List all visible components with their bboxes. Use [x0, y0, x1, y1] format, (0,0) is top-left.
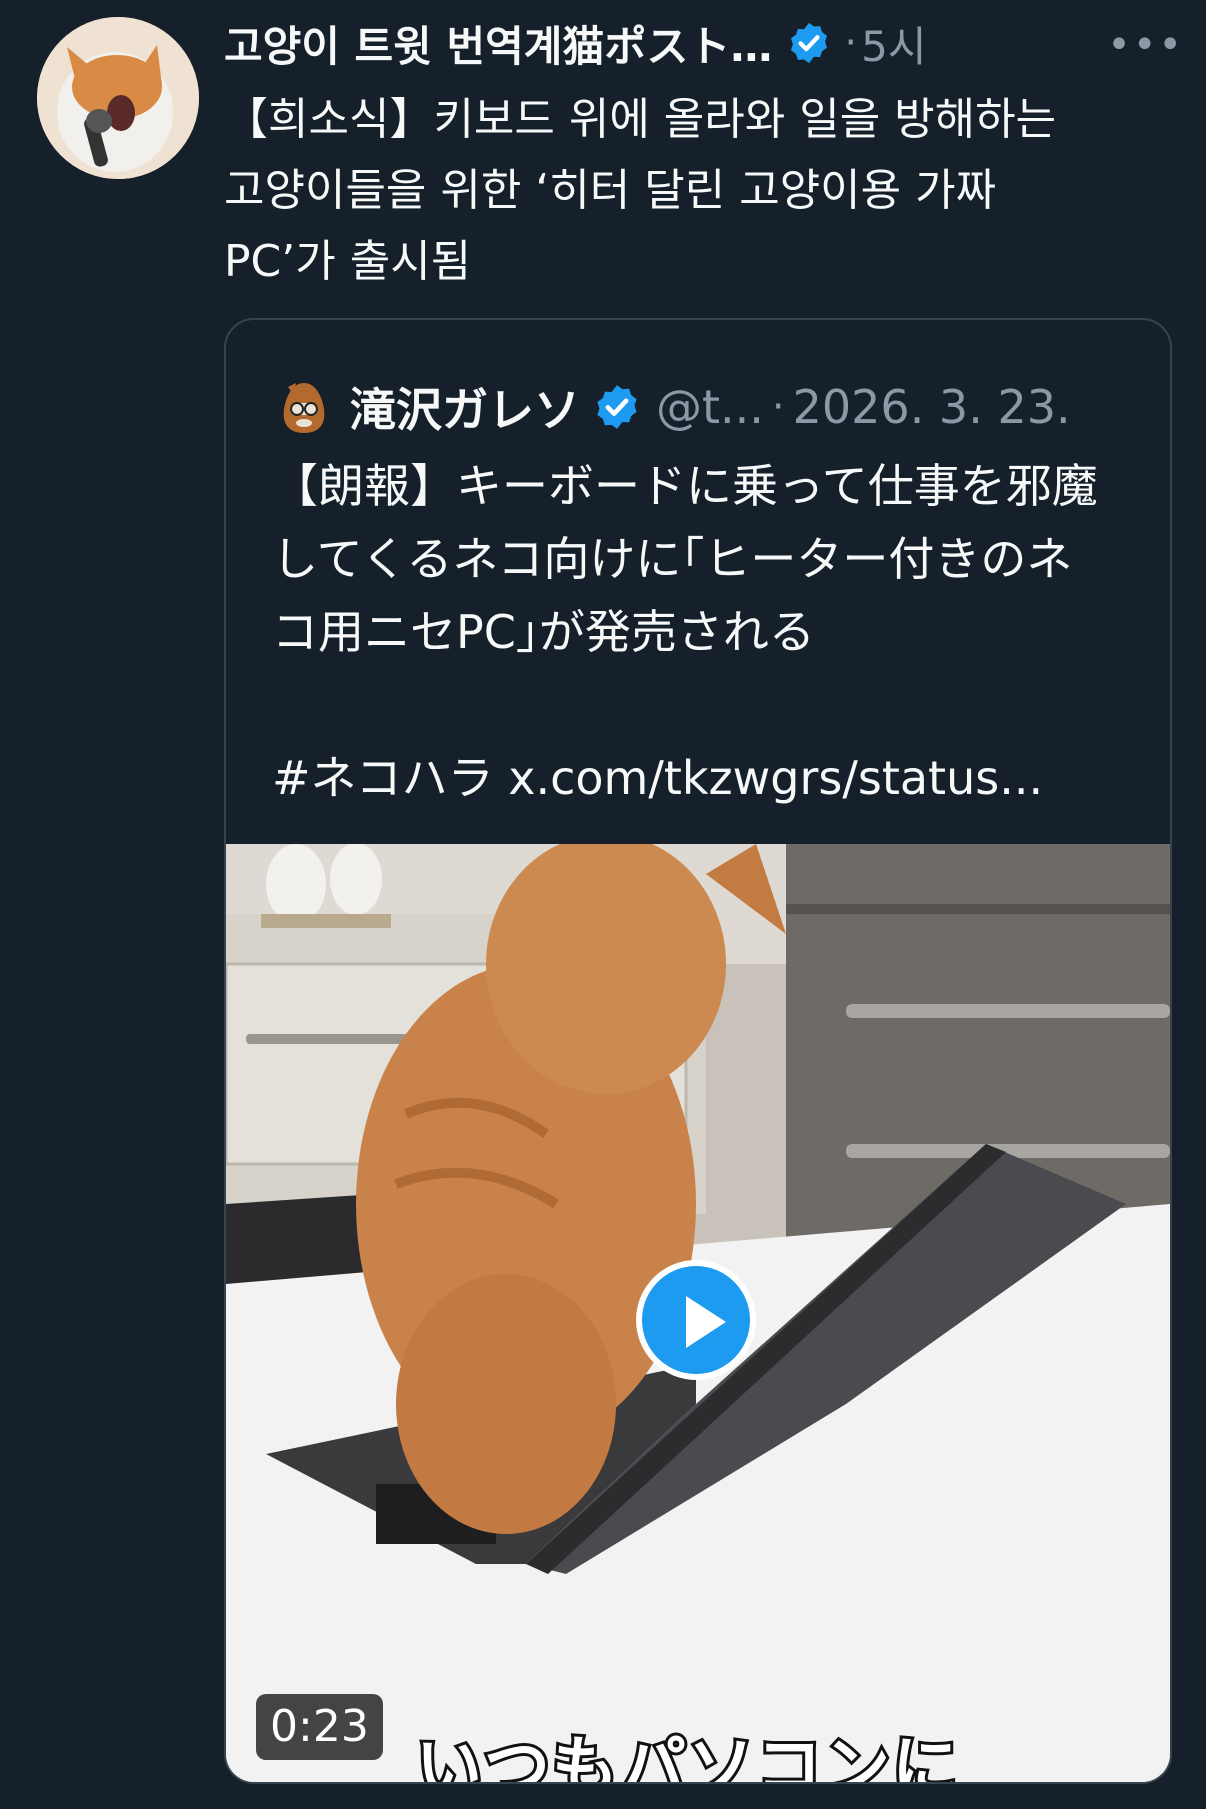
- quoted-tweet[interactable]: 滝沢ガレソ @t... · 2026. 3. 23. 【朗報】キーボードに乗って…: [224, 318, 1172, 1784]
- quoted-tweet-text: 【朗報】キーボードに乗って仕事を邪魔 してくるネコ向けに｢ヒーター付きのネ コ用…: [272, 459, 1098, 805]
- separator-dot: ·: [771, 384, 785, 430]
- author-name[interactable]: 고양이 트윗 번역계猫ポスト…: [224, 13, 772, 74]
- verified-badge-icon: [791, 22, 828, 64]
- more-icon[interactable]: •••: [1107, 22, 1184, 68]
- tweet-time[interactable]: 5시: [861, 13, 926, 74]
- quoted-author-name[interactable]: 滝沢ガレソ: [350, 374, 580, 440]
- verified-badge-icon: [597, 385, 637, 429]
- play-icon[interactable]: [636, 1260, 756, 1380]
- quoted-tweet-header: 滝沢ガレソ @t... · 2026. 3. 23.: [278, 372, 1158, 442]
- tweet-header: 고양이 트윗 번역계猫ポスト… · 5시 •••: [224, 8, 1184, 78]
- cat-avatar-image: [37, 17, 199, 179]
- quoted-author-avatar[interactable]: [278, 379, 330, 435]
- video-caption: いつもパソコンに: [413, 1726, 961, 1784]
- quoted-tweet-date[interactable]: 2026. 3. 23.: [793, 380, 1071, 434]
- quoted-author-handle[interactable]: @t...: [656, 380, 764, 434]
- tweet-text: 【희소식】키보드 위에 올라와 일을 방해하는 고양이들을 위한 ‘히터 달린 …: [224, 94, 1057, 287]
- author-avatar[interactable]: [37, 17, 199, 179]
- video-player[interactable]: 0:23 いつもパソコンに: [226, 844, 1170, 1784]
- video-duration: 0:23: [256, 1694, 383, 1760]
- separator-dot: ·: [844, 20, 858, 66]
